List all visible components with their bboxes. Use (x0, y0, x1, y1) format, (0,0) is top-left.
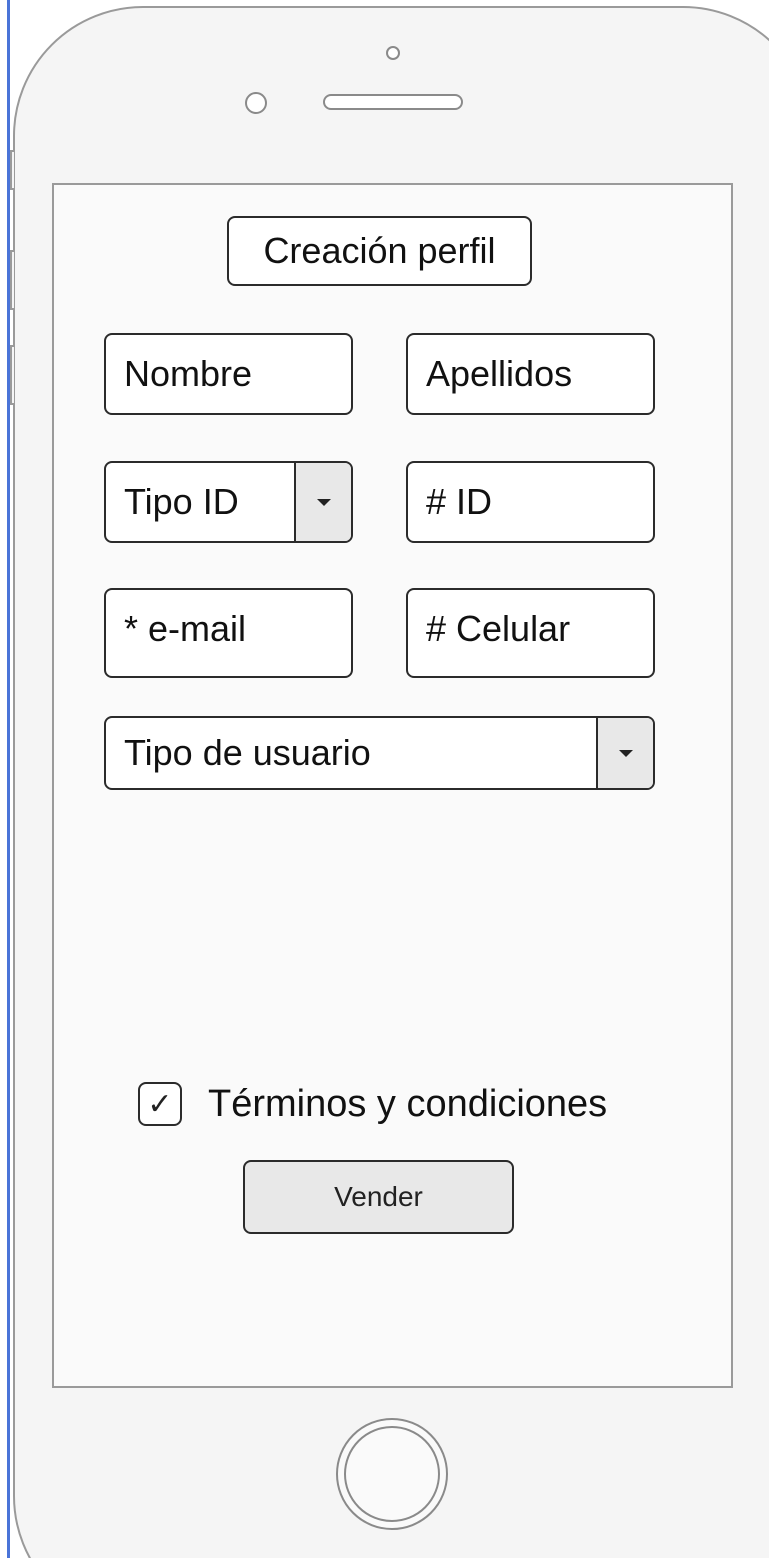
terms-label[interactable]: Términos y condiciones (208, 1083, 607, 1126)
volume-up-button (10, 250, 14, 310)
terms-checkbox[interactable]: ✓ (138, 1082, 182, 1126)
speaker-grille (323, 94, 463, 110)
tipo-id-select[interactable]: Tipo ID (104, 461, 353, 543)
selection-edge-line (7, 0, 10, 1558)
email-field[interactable]: * e-mail (104, 588, 353, 678)
mute-switch (10, 150, 14, 190)
home-button-ring (344, 1426, 440, 1522)
tipo-id-value: Tipo ID (124, 481, 239, 522)
vender-button[interactable]: Vender (243, 1160, 514, 1234)
checkmark-icon: ✓ (147, 1087, 173, 1121)
tipo-usuario-dropdown-button[interactable] (596, 718, 653, 788)
volume-down-button (10, 345, 14, 405)
apellidos-field[interactable]: Apellidos (406, 333, 655, 415)
page-title: Creación perfil (227, 216, 532, 286)
tipo-usuario-select[interactable]: Tipo de usuario (104, 716, 655, 790)
nombre-field[interactable]: Nombre (104, 333, 353, 415)
terms-row: ✓ Términos y condiciones (138, 1076, 607, 1132)
sensor-icon (245, 92, 267, 114)
tipo-usuario-value: Tipo de usuario (124, 732, 371, 773)
home-button[interactable] (336, 1418, 448, 1530)
chevron-down-icon (618, 749, 633, 757)
tipo-id-dropdown-button[interactable] (294, 463, 351, 541)
numero-id-field[interactable]: # ID (406, 461, 655, 543)
celular-field[interactable]: # Celular (406, 588, 655, 678)
mockup-canvas: Creación perfil Nombre Apellidos Tipo ID… (0, 0, 769, 1558)
front-camera-icon (386, 46, 400, 60)
chevron-down-icon (316, 498, 331, 506)
